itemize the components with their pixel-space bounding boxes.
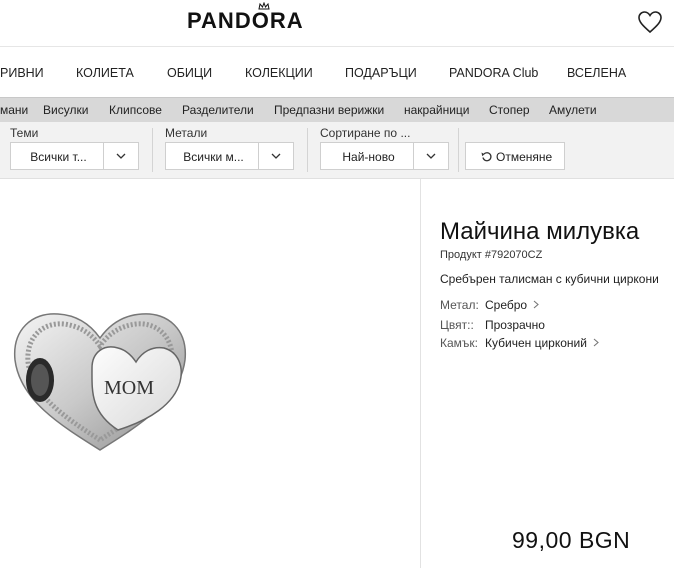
chevron-down-icon (426, 153, 436, 159)
product-price: 99,00 BGN (512, 527, 631, 553)
product-image[interactable]: MOM (0, 290, 200, 460)
nav-item-universe[interactable]: ВСЕЛЕНА (567, 66, 626, 80)
site-header: PANDORA (0, 0, 674, 47)
crown-icon (258, 2, 270, 10)
nav-item-pandora-club[interactable]: PANDORA Club (449, 66, 538, 80)
nav-item-earrings[interactable]: ОБИЦИ (167, 66, 212, 80)
metals-dropdown-toggle[interactable] (258, 143, 293, 169)
metals-filter-value: Всички м... (183, 150, 244, 164)
reset-filters-label: Отменяне (496, 150, 553, 164)
attribute-label: Камък: (440, 336, 478, 350)
refresh-icon (481, 152, 492, 162)
filter-bar: Теми Всички т... Метали Всички м... Сорт… (0, 122, 674, 179)
chevron-right-icon (534, 300, 540, 309)
nav-item-rings[interactable]: РИВНИ (0, 66, 44, 80)
subnav-item-spacers[interactable]: Разделители (182, 103, 254, 117)
metals-filter-select[interactable]: Всички м... (165, 142, 294, 170)
heart-icon[interactable] (637, 10, 663, 34)
subnav-item-pendants[interactable]: Висулки (43, 103, 88, 117)
pandora-logo[interactable]: PANDORA (187, 8, 304, 34)
subnav-item-clips[interactable]: Клипсове (109, 103, 162, 117)
attribute-stone: Камък: Кубичен цирконий (440, 336, 600, 350)
charm-engraving: MOM (104, 377, 154, 399)
product-title: Майчина милувка (440, 218, 640, 245)
nav-item-collections[interactable]: КОЛЕКЦИИ (245, 66, 313, 80)
subnav-item-safety-chains[interactable]: Предпазни верижки (274, 103, 384, 117)
attribute-value: Сребро (485, 298, 528, 312)
subnav-item-stopper[interactable]: Стопер (489, 103, 530, 117)
attribute-value: Кубичен цирконий (485, 336, 587, 350)
themes-filter-label: Теми (10, 126, 39, 140)
nav-item-necklaces[interactable]: КОЛИЕТА (76, 66, 134, 80)
subnav-item-caps[interactable]: накрайници (404, 103, 470, 117)
attribute-label: Цвят:: (440, 318, 474, 332)
content-divider (420, 179, 421, 568)
attribute-value: Прозрачно (485, 318, 545, 332)
themes-dropdown-toggle[interactable] (103, 143, 138, 169)
chevron-right-icon (593, 338, 600, 347)
sort-label: Сортиране по ... (320, 126, 411, 140)
attribute-color: Цвят:: Прозрачно (440, 318, 545, 332)
attribute-stone-link[interactable]: Кубичен цирконий (485, 336, 600, 350)
filter-divider (152, 128, 153, 172)
sub-navigation: мани Висулки Клипсове Разделители Предпа… (0, 97, 674, 123)
attribute-label: Метал: (440, 298, 479, 312)
product-code: Продукт #792070CZ (440, 249, 543, 261)
nav-item-gifts[interactable]: ПОДАРЪЦИ (345, 66, 417, 80)
main-navigation: РИВНИ КОЛИЕТА ОБИЦИ КОЛЕКЦИИ ПОДАРЪЦИ PA… (0, 47, 674, 97)
sort-dropdown-toggle[interactable] (413, 143, 448, 169)
subnav-item-charms[interactable]: мани (0, 103, 28, 117)
attribute-metal-link[interactable]: Сребро (485, 298, 540, 312)
metals-filter-label: Метали (165, 126, 208, 140)
attribute-metal: Метал: Сребро (440, 298, 540, 312)
subnav-item-amulets[interactable]: Амулети (549, 103, 597, 117)
sort-value: Най-ново (342, 150, 395, 164)
themes-filter-value: Всички т... (30, 150, 87, 164)
product-description: Сребърен талисман с кубични циркони (440, 272, 659, 286)
filter-divider (458, 128, 459, 172)
filter-divider (307, 128, 308, 172)
themes-filter-select[interactable]: Всички т... (10, 142, 139, 170)
chevron-down-icon (116, 153, 126, 159)
chevron-down-icon (271, 153, 281, 159)
sort-select[interactable]: Най-ново (320, 142, 449, 170)
reset-filters-button[interactable]: Отменяне (465, 142, 565, 170)
